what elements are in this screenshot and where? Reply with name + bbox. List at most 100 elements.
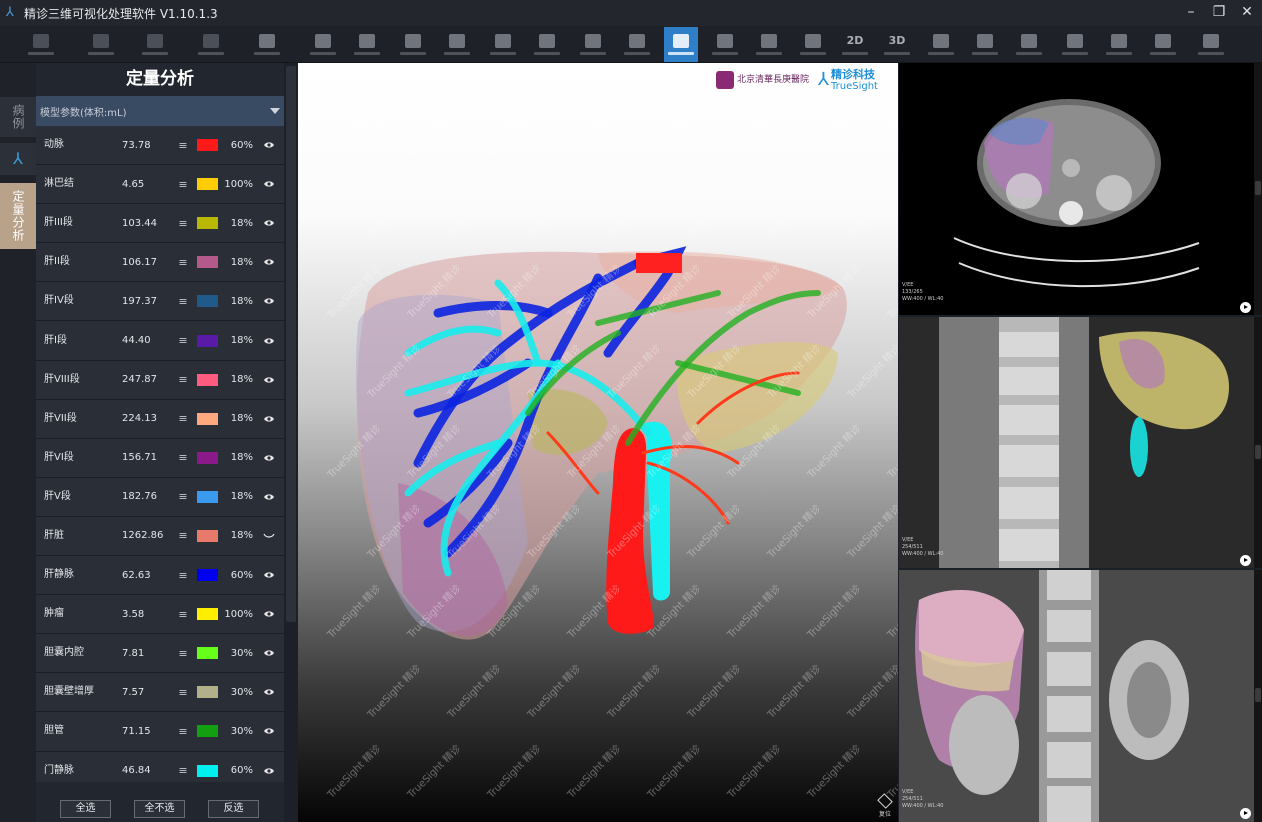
structure-row[interactable]: 肿瘤 3.58 ≡ 100% <box>36 595 284 635</box>
menu-icon[interactable]: ≡ <box>172 217 194 230</box>
coronal-scroll-thumb[interactable] <box>1255 688 1261 702</box>
tab-quantitative[interactable]: 定量分析 <box>0 183 36 249</box>
menu-icon[interactable]: ≡ <box>172 529 194 542</box>
opacity-value[interactable]: 60% <box>218 765 253 776</box>
structure-row[interactable]: 肝VI段 156.71 ≡ 18% <box>36 438 284 478</box>
sagittal-play-button[interactable] <box>1240 555 1251 566</box>
opacity-value[interactable]: 18% <box>218 257 253 268</box>
structure-row[interactable]: 肝IV段 197.37 ≡ 18% <box>36 282 284 322</box>
opacity-value[interactable]: 100% <box>218 179 253 190</box>
toolbar-button[interactable] <box>250 27 284 62</box>
opacity-value[interactable]: 18% <box>218 491 253 502</box>
toolbar-button[interactable] <box>664 27 698 62</box>
toolbar-button[interactable] <box>350 27 384 62</box>
color-swatch[interactable] <box>197 334 218 347</box>
reset-view-button[interactable]: 复位 <box>876 793 894 818</box>
opacity-value[interactable]: 18% <box>218 296 253 307</box>
structure-row[interactable]: 肝脏 1262.86 ≡ 18% <box>36 516 284 557</box>
menu-icon[interactable]: ≡ <box>172 334 194 347</box>
opacity-value[interactable]: 18% <box>218 218 253 229</box>
color-swatch[interactable] <box>197 373 218 386</box>
color-swatch[interactable] <box>197 256 218 269</box>
opacity-value[interactable]: 18% <box>218 413 253 424</box>
menu-icon[interactable]: ≡ <box>172 256 194 269</box>
menu-icon[interactable]: ≡ <box>172 686 194 699</box>
toolbar-button[interactable] <box>796 27 830 62</box>
toolbar-button[interactable] <box>1146 27 1180 62</box>
color-swatch[interactable] <box>197 490 218 503</box>
opacity-value[interactable]: 18% <box>218 452 253 463</box>
color-swatch[interactable] <box>197 569 218 582</box>
menu-icon[interactable]: ≡ <box>172 412 194 425</box>
menu-icon[interactable]: ≡ <box>172 373 194 386</box>
structure-row[interactable]: 肝VII段 224.13 ≡ 18% <box>36 399 284 439</box>
toolbar-button[interactable] <box>576 27 610 62</box>
menu-icon[interactable]: ≡ <box>172 764 194 777</box>
structure-row[interactable]: 肝III段 103.44 ≡ 18% <box>36 204 284 244</box>
scrollbar-thumb[interactable] <box>286 66 296 622</box>
opacity-value[interactable]: 60% <box>218 570 253 581</box>
toolbar-button[interactable] <box>440 27 474 62</box>
menu-icon[interactable]: ≡ <box>172 139 194 152</box>
coronal-play-button[interactable] <box>1240 808 1251 819</box>
opacity-value[interactable]: 100% <box>218 609 253 620</box>
eye-icon[interactable] <box>259 258 279 266</box>
toolbar-button[interactable] <box>486 27 520 62</box>
opacity-value[interactable]: 30% <box>218 648 253 659</box>
color-swatch[interactable] <box>197 178 218 191</box>
structure-row[interactable]: 胆管 71.15 ≡ 30% <box>36 712 284 752</box>
toolbar-button[interactable] <box>968 27 1002 62</box>
toolbar-button[interactable] <box>306 27 340 62</box>
structure-row[interactable]: 肝V段 182.76 ≡ 18% <box>36 477 284 517</box>
axial-scroll-thumb[interactable] <box>1255 181 1261 195</box>
eye-closed-icon[interactable] <box>259 532 279 540</box>
menu-icon[interactable]: ≡ <box>172 608 194 621</box>
menu-icon[interactable]: ≡ <box>172 647 194 660</box>
toolbar-button[interactable] <box>708 27 742 62</box>
close-icon[interactable]: ✕ <box>1240 4 1254 20</box>
opacity-value[interactable]: 18% <box>218 530 253 541</box>
color-swatch[interactable] <box>197 647 218 660</box>
eye-icon[interactable] <box>259 571 279 579</box>
menu-icon[interactable]: ≡ <box>172 451 194 464</box>
color-swatch[interactable] <box>197 412 218 425</box>
structure-row[interactable]: 胆囊壁增厚 7.57 ≡ 30% <box>36 673 284 713</box>
color-swatch[interactable] <box>197 608 218 621</box>
structure-row[interactable]: 动脉 73.78 ≡ 60% <box>36 126 284 166</box>
tab-case[interactable]: 病例 <box>0 97 36 137</box>
axial-scrollbar[interactable] <box>1254 63 1262 315</box>
structure-row[interactable]: 肝II段 106.17 ≡ 18% <box>36 243 284 283</box>
coronal-scrollbar[interactable] <box>1254 570 1262 822</box>
opacity-value[interactable]: 30% <box>218 687 253 698</box>
color-swatch[interactable] <box>197 451 218 464</box>
param-dropdown[interactable]: 模型参数(体积:mL) <box>36 96 284 126</box>
axial-play-button[interactable] <box>1240 302 1251 313</box>
eye-icon[interactable] <box>259 688 279 696</box>
menu-icon[interactable]: ≡ <box>172 178 194 191</box>
color-swatch[interactable] <box>197 295 218 308</box>
toolbar-button[interactable] <box>396 27 430 62</box>
toolbar-button[interactable]: 3D <box>880 27 914 62</box>
eye-icon[interactable] <box>259 337 279 345</box>
menu-icon[interactable]: ≡ <box>172 490 194 503</box>
restore-icon[interactable]: ❐ <box>1212 4 1226 20</box>
select-all-button[interactable]: 全选 <box>60 800 111 818</box>
eye-icon[interactable] <box>259 297 279 305</box>
toolbar-button[interactable] <box>924 27 958 62</box>
structure-row[interactable]: 肝I段 44.40 ≡ 18% <box>36 321 284 361</box>
toolbar-button[interactable] <box>138 27 172 62</box>
panel-scrollbar[interactable] <box>284 63 298 822</box>
structure-row[interactable]: 淋巴结 4.65 ≡ 100% <box>36 165 284 205</box>
toolbar-button[interactable] <box>620 27 654 62</box>
toolbar-button[interactable] <box>24 27 58 62</box>
toolbar-button[interactable]: 2D <box>838 27 872 62</box>
toolbar-button[interactable] <box>752 27 786 62</box>
toolbar-button[interactable] <box>1194 27 1228 62</box>
sagittal-scrollbar[interactable] <box>1254 317 1262 568</box>
tab-model-icon[interactable]: ⅄ <box>0 143 36 175</box>
opacity-value[interactable]: 60% <box>218 140 253 151</box>
color-swatch[interactable] <box>197 217 218 230</box>
ct-coronal-view[interactable]: V/EE 254/511 WW:400 / WL:40 <box>899 570 1254 822</box>
toolbar-button[interactable] <box>1102 27 1136 62</box>
eye-icon[interactable] <box>259 610 279 618</box>
